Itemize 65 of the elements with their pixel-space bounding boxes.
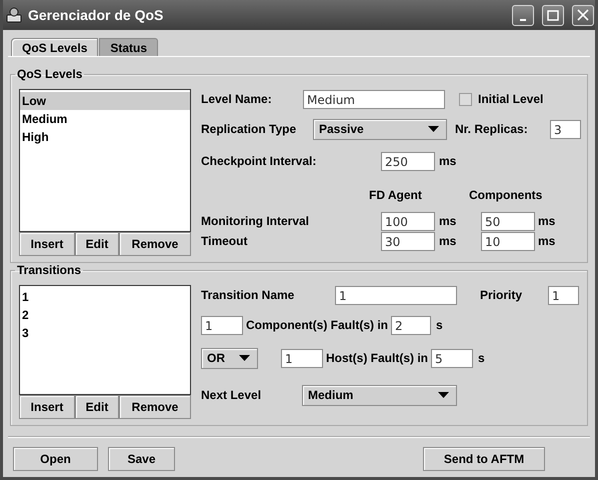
checkbox-label: Initial Level <box>478 92 544 106</box>
window-title: Gerenciador de QoS <box>28 7 164 23</box>
field-label: Priority <box>480 288 524 302</box>
maximize-button[interactable] <box>542 4 564 26</box>
app-icon <box>6 7 22 23</box>
close-icon <box>577 9 589 21</box>
caret-icon <box>239 355 250 361</box>
input-field[interactable]: 100 <box>381 212 435 230</box>
input-field[interactable]: 1 <box>335 286 457 304</box>
list-button[interactable]: Edit <box>75 232 119 256</box>
input-field[interactable]: 3 <box>550 120 581 138</box>
action-button[interactable]: Save <box>108 447 175 471</box>
input-field[interactable]: 1 <box>548 286 579 304</box>
input-field[interactable]: 2 <box>390 316 431 334</box>
unit-label: ms <box>439 214 458 228</box>
unit-label: s <box>478 351 485 365</box>
unit-label: ms <box>439 234 458 248</box>
list-button[interactable]: Edit <box>75 395 119 419</box>
input-field[interactable]: 30 <box>381 232 435 250</box>
dropdown[interactable]: Passive <box>313 118 447 140</box>
list-button[interactable]: Insert <box>19 395 75 419</box>
group-title: QoS Levels <box>16 67 84 81</box>
unit-label: ms <box>538 214 556 228</box>
input-field[interactable]: 1 <box>281 348 323 368</box>
list-button[interactable]: Remove <box>119 395 191 419</box>
unit-label: s <box>436 318 443 332</box>
field-label: Transition Name <box>201 288 296 302</box>
field-label: Checkpoint Interval: <box>201 154 318 168</box>
input-field[interactable]: 10 <box>481 232 535 250</box>
column-header: FD Agent <box>369 188 423 202</box>
dropdown[interactable]: Medium <box>302 384 457 406</box>
list-button[interactable]: Remove <box>119 232 191 256</box>
list-button[interactable]: Insert <box>19 232 75 256</box>
dropdown[interactable]: OR <box>201 348 258 368</box>
group-title: Transitions <box>16 263 82 277</box>
list-item[interactable]: Low <box>20 92 190 110</box>
tab[interactable]: Status <box>99 38 158 56</box>
caret-icon <box>428 126 439 132</box>
input-field[interactable]: 50 <box>481 212 535 230</box>
close-button[interactable] <box>572 4 594 26</box>
field-label: Component(s) Fault(s) in <box>246 318 388 332</box>
field-label: Timeout <box>201 234 248 248</box>
column-header: Components <box>469 188 542 202</box>
minimize-button[interactable] <box>512 4 534 26</box>
caret-icon <box>438 392 449 398</box>
field-label: Level Name: <box>201 92 273 106</box>
tab[interactable]: QoS Levels <box>11 38 98 56</box>
list-box[interactable]: Low Medium High <box>19 89 191 232</box>
field-label: Monitoring Interval <box>201 214 310 228</box>
field-label: Host(s) Fault(s) in <box>326 351 428 365</box>
input-field[interactable]: 5 <box>431 348 473 368</box>
field-label: Nr. Replicas: <box>455 122 529 136</box>
field-label: Replication Type <box>201 122 298 136</box>
unit-label: ms <box>538 234 556 248</box>
unit-label: ms <box>439 154 456 168</box>
minimize-icon <box>520 19 526 21</box>
list-box[interactable]: 1 2 3 <box>19 285 191 395</box>
input-field[interactable]: 250 <box>381 152 435 170</box>
action-button[interactable]: Open <box>13 447 98 471</box>
field-label: Next Level <box>201 388 262 402</box>
input-field[interactable]: 1 <box>201 316 243 334</box>
input-field[interactable]: Medium <box>303 90 445 108</box>
checkbox[interactable] <box>459 92 472 106</box>
maximize-icon <box>547 10 559 20</box>
action-button[interactable]: Send to AFTM <box>423 447 545 471</box>
